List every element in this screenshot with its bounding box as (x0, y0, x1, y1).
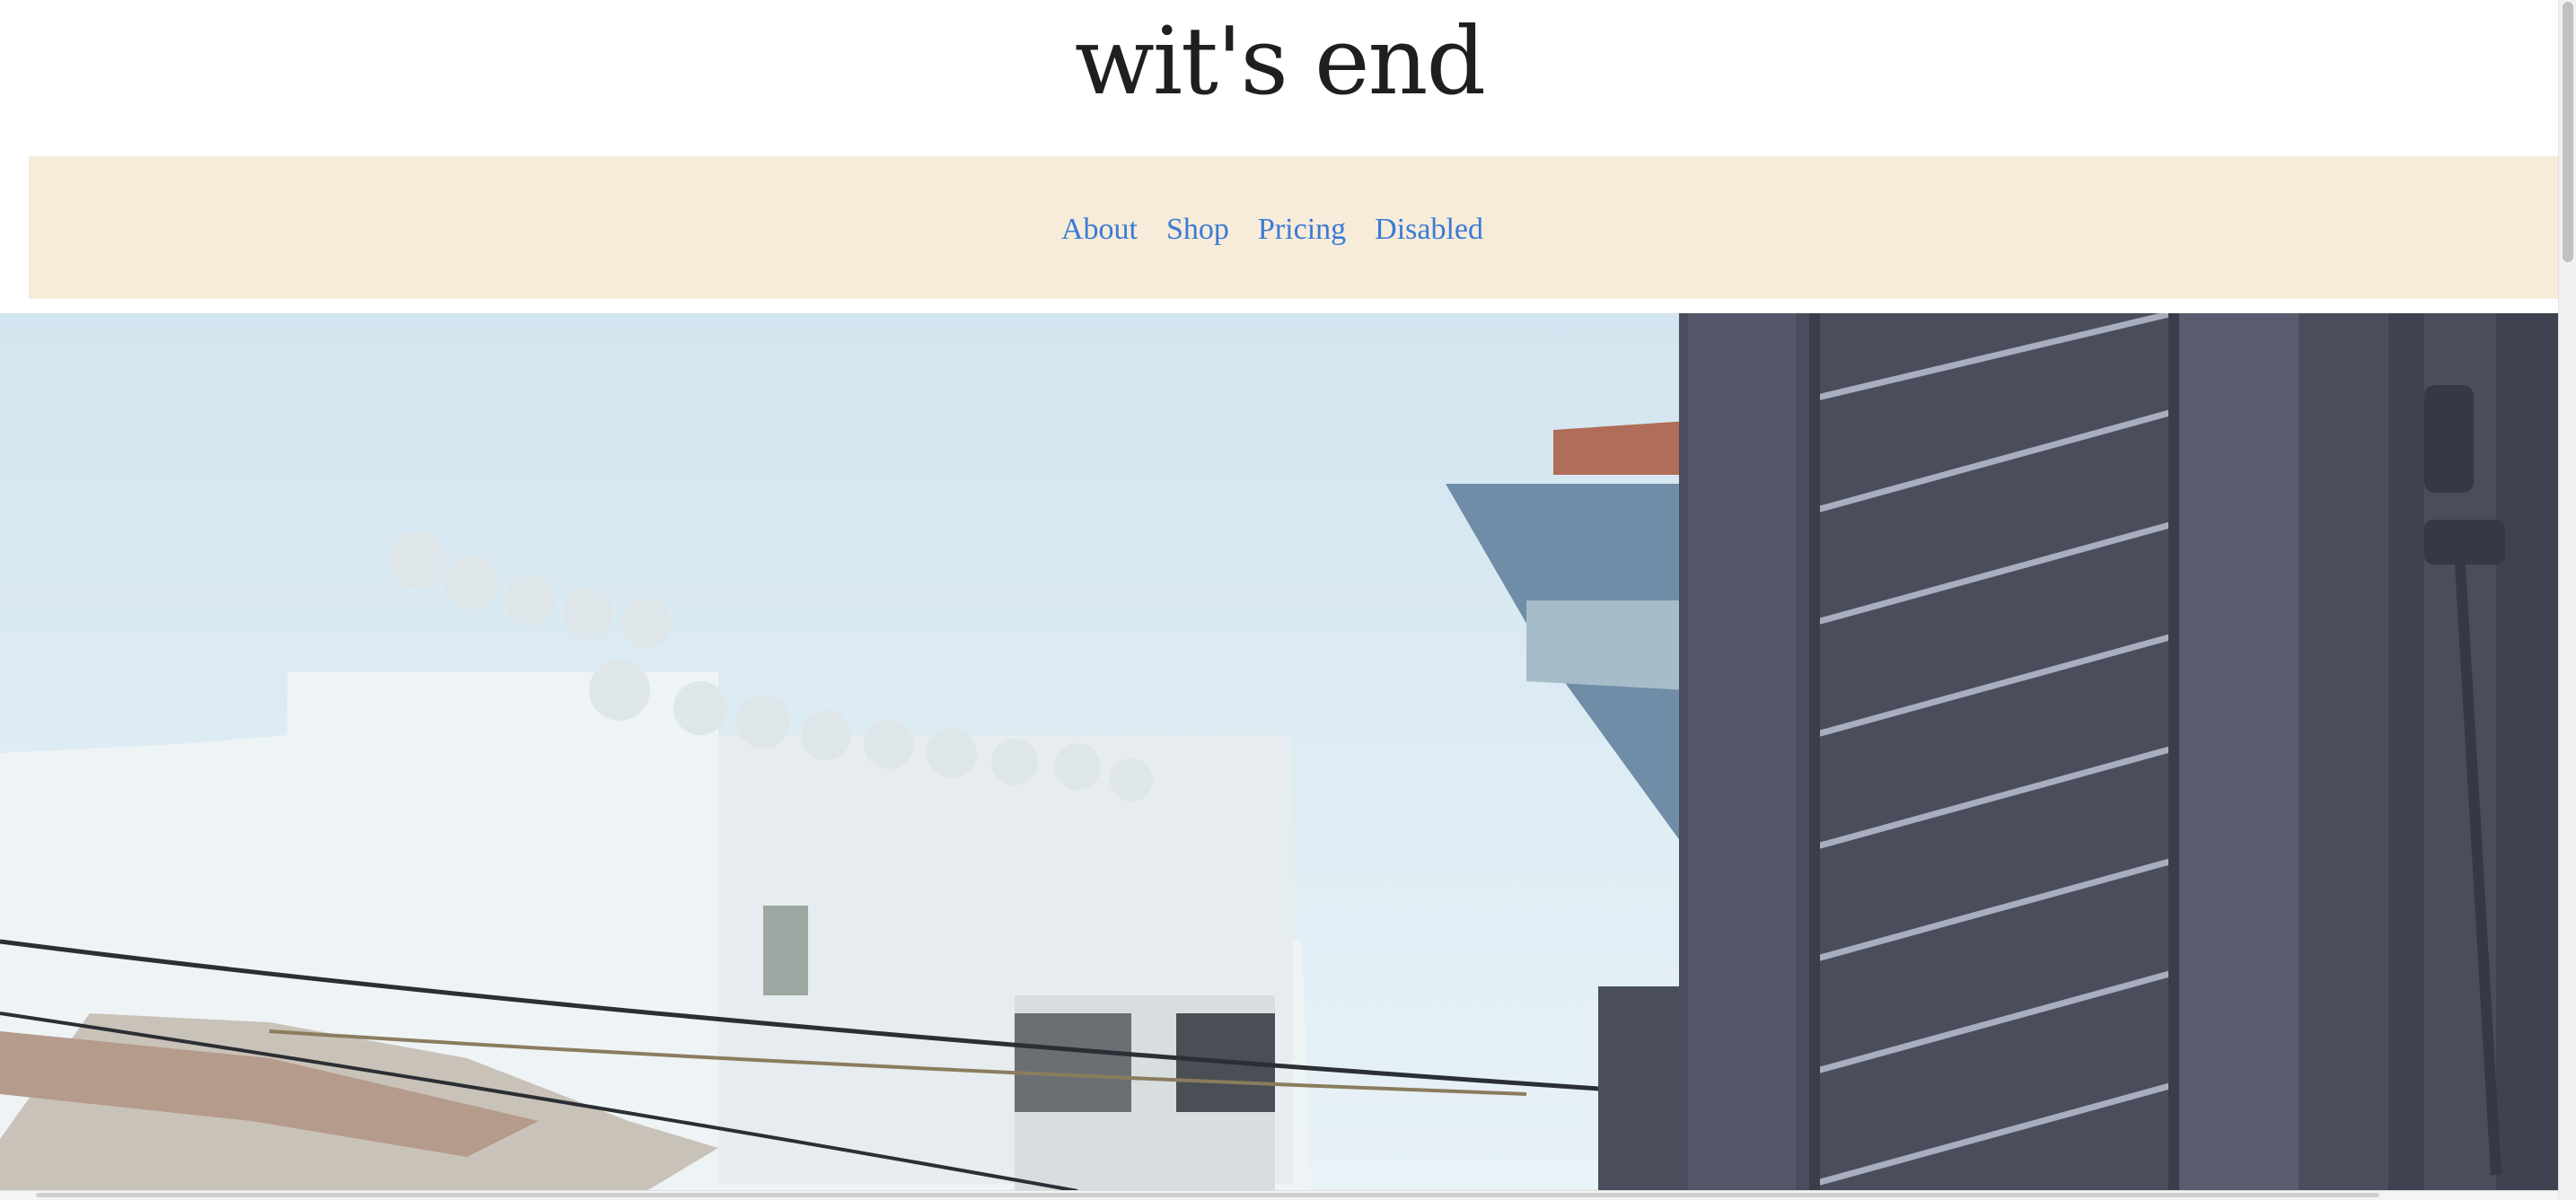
nav-link-shop[interactable]: Shop (1166, 213, 1229, 246)
nav-link-disabled: Disabled (1375, 212, 1483, 246)
nav-list: About Shop Pricing Disabled (1061, 213, 1483, 247)
hero-image (0, 313, 2559, 1191)
nav-item-disabled: Disabled (1375, 213, 1483, 247)
nav-link-pricing[interactable]: Pricing (1258, 213, 1346, 246)
nav-link-about[interactable]: About (1061, 213, 1138, 246)
horizontal-scrollbar[interactable] (0, 1190, 2559, 1200)
horizontal-scrollbar-thumb[interactable] (36, 1193, 2379, 1197)
page: wit's end About Shop Pricing Disabled (0, 0, 2576, 1200)
hero-photo (0, 313, 2559, 1191)
site-title: wit's end (1074, 6, 1486, 116)
vertical-scrollbar[interactable] (2558, 0, 2576, 1200)
navbar: About Shop Pricing Disabled (29, 156, 2559, 299)
nav-item-about: About (1061, 213, 1138, 247)
nav-item-shop: Shop (1166, 213, 1229, 247)
nav-item-pricing: Pricing (1258, 213, 1346, 247)
vertical-scrollbar-thumb[interactable] (2563, 2, 2573, 262)
